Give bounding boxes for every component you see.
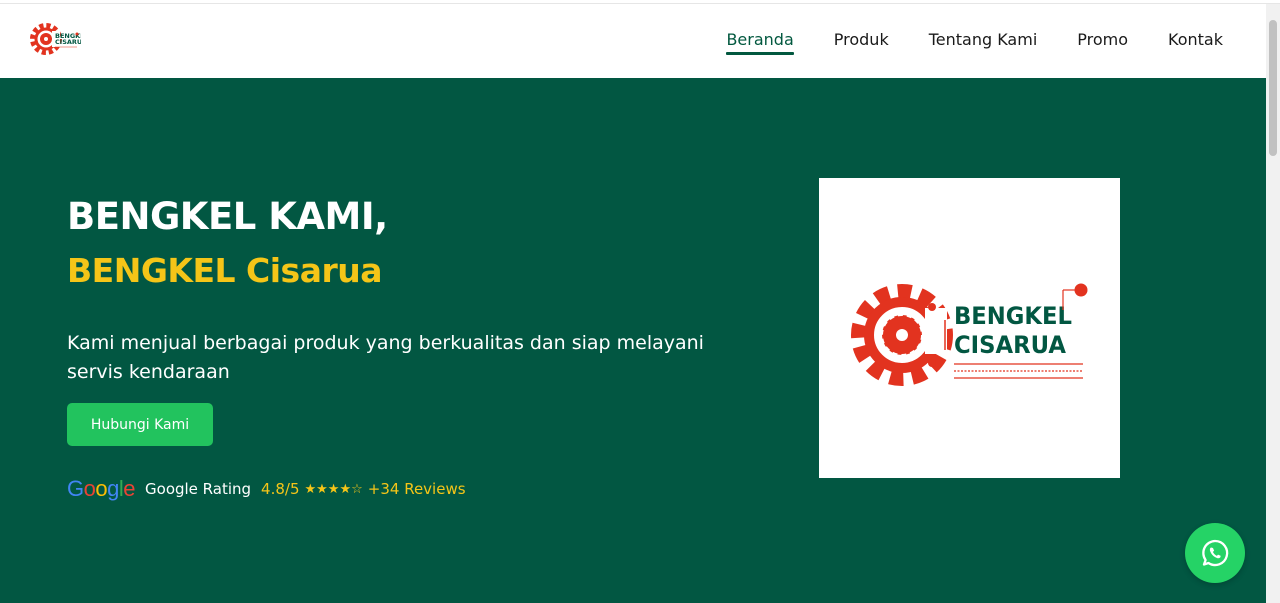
whatsapp-icon (1202, 539, 1229, 567)
rating-reviews[interactable]: +34 Reviews (368, 480, 466, 498)
nav-tentang-kami[interactable]: Tentang Kami (929, 30, 1038, 53)
brand-logo-line1: BENGKEL (954, 302, 1072, 330)
site-header: BENGKEL CISARUA Beranda Produk Tentang K… (0, 4, 1266, 78)
rating-stars-icon: ★★★★☆ (304, 481, 363, 497)
rating-label: Google Rating (145, 480, 252, 498)
nav-produk[interactable]: Produk (834, 30, 889, 53)
nav-promo[interactable]: Promo (1077, 30, 1128, 53)
google-rating: Google Google Rating 4.8/5 ★★★★☆ +34 Rev… (67, 476, 466, 502)
contact-us-button[interactable]: Hubungi Kami (67, 403, 213, 446)
google-logo-icon: Google (67, 476, 136, 501)
hero-section: BENGKEL KAMI, BENGKEL Cisarua Kami menju… (0, 78, 1266, 603)
rating-score: 4.8/5 (261, 480, 300, 498)
brand-logo-card: BENGKEL CISARUA (819, 178, 1120, 478)
nav-beranda[interactable]: Beranda (726, 30, 795, 55)
nav-kontak[interactable]: Kontak (1168, 30, 1223, 53)
page-scrollbar[interactable] (1266, 4, 1280, 603)
hero-subtitle: BENGKEL Cisarua (67, 251, 383, 290)
brand-logo-image: BENGKEL CISARUA (851, 283, 1088, 386)
gear-logo-icon (851, 284, 953, 386)
logo-text-line2: CISARUA (55, 38, 81, 46)
site-logo[interactable]: BENGKEL CISARUA (29, 20, 81, 58)
whatsapp-button[interactable] (1185, 523, 1245, 583)
hero-description: Kami menjual berbagai produk yang berkua… (67, 332, 704, 383)
main-nav: Beranda Produk Tentang Kami Promo Kontak (726, 4, 1223, 78)
brand-logo-line2: CISARUA (954, 331, 1066, 359)
scrollbar-thumb[interactable] (1269, 20, 1277, 156)
hero-title: BENGKEL KAMI, (67, 195, 388, 238)
